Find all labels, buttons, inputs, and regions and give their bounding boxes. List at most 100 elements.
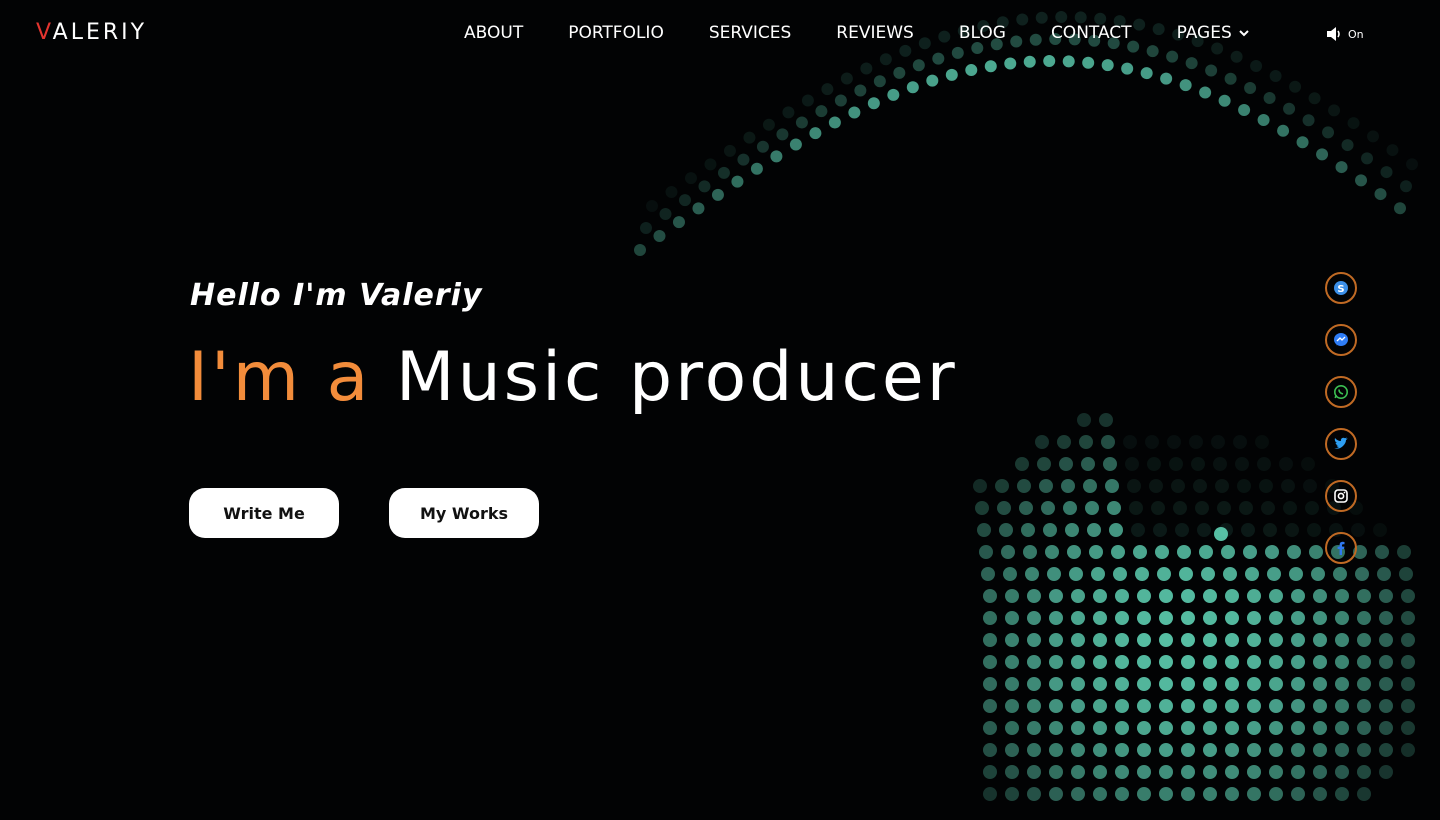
background-dot xyxy=(1071,633,1085,647)
background-dot xyxy=(1146,45,1159,58)
background-dot xyxy=(1181,787,1195,801)
background-dot xyxy=(1093,677,1107,691)
background-dot xyxy=(1155,545,1169,559)
background-dot xyxy=(1341,139,1354,152)
nav-about-label: ABOUT xyxy=(464,23,524,43)
background-dot xyxy=(1109,523,1123,537)
background-dot xyxy=(1247,589,1261,603)
background-dot xyxy=(1137,721,1151,735)
background-dot xyxy=(1357,589,1371,603)
background-dot xyxy=(1269,699,1283,713)
nav-portfolio[interactable]: PORTFOLIO xyxy=(568,23,664,43)
nav-blog[interactable]: BLOG xyxy=(959,23,1006,43)
background-dot xyxy=(1137,699,1151,713)
social-facebook-button[interactable] xyxy=(1325,532,1357,564)
background-dot xyxy=(1159,699,1173,713)
nav-about[interactable]: ABOUT xyxy=(464,23,523,43)
background-dot xyxy=(1159,655,1173,669)
nav-services[interactable]: SERVICES xyxy=(709,23,791,43)
background-dot xyxy=(1357,743,1371,757)
background-dot xyxy=(1400,180,1412,193)
background-dot xyxy=(1115,765,1129,779)
background-dot xyxy=(1181,765,1195,779)
background-dot xyxy=(887,88,900,101)
background-dot xyxy=(1374,188,1387,201)
background-dot xyxy=(1079,435,1093,449)
background-dot xyxy=(640,222,652,234)
background-dot xyxy=(1027,611,1041,625)
background-dot xyxy=(1197,523,1211,537)
background-dot xyxy=(1151,501,1165,515)
background-dot xyxy=(1247,721,1261,735)
background-dot xyxy=(1035,435,1049,449)
background-dot xyxy=(1089,545,1103,559)
social-messenger-button[interactable] xyxy=(1325,324,1357,356)
nav-contact[interactable]: CONTACT xyxy=(1051,23,1132,43)
social-skype-button[interactable]: S xyxy=(1325,272,1357,304)
background-dot xyxy=(1113,567,1127,581)
background-dot xyxy=(809,127,822,140)
background-dot xyxy=(899,44,912,57)
background-dot xyxy=(1137,589,1151,603)
background-dot xyxy=(1335,743,1349,757)
background-dot xyxy=(834,94,847,107)
background-dot xyxy=(1004,57,1017,70)
sound-toggle[interactable]: On xyxy=(1326,26,1364,42)
background-dot xyxy=(1289,80,1302,93)
background-dot xyxy=(1071,655,1085,669)
my-works-button[interactable]: My Works xyxy=(389,488,539,538)
background-dot xyxy=(646,200,658,212)
background-dot xyxy=(1115,721,1129,735)
background-dot xyxy=(1175,523,1189,537)
background-dot xyxy=(1211,42,1224,55)
background-dot xyxy=(1313,787,1327,801)
background-dot xyxy=(1347,117,1360,130)
logo[interactable]: VALERIY xyxy=(36,20,147,45)
background-dot xyxy=(1241,523,1255,537)
social-twitter-button[interactable] xyxy=(1325,428,1357,460)
nav-reviews[interactable]: REVIEWS xyxy=(836,23,914,43)
background-dot xyxy=(1049,787,1063,801)
background-dot xyxy=(1179,79,1192,92)
background-dot xyxy=(1335,655,1349,669)
nav-pages[interactable]: PAGES xyxy=(1177,23,1250,43)
background-dot xyxy=(1357,677,1371,691)
background-dot xyxy=(926,74,939,87)
background-dot xyxy=(1137,743,1151,757)
social-whatsapp-button[interactable] xyxy=(1325,376,1357,408)
background-dot xyxy=(1177,545,1191,559)
background-dot xyxy=(1205,64,1218,77)
background-dot xyxy=(1133,545,1147,559)
background-dot xyxy=(1160,72,1173,85)
background-dot xyxy=(1005,589,1019,603)
background-dot xyxy=(1123,435,1137,449)
background-dot xyxy=(1195,501,1209,515)
social-instagram-button[interactable] xyxy=(1325,480,1357,512)
background-dot xyxy=(1057,435,1071,449)
background-dot xyxy=(1062,55,1075,68)
background-dot xyxy=(1121,62,1134,75)
background-dot xyxy=(1225,765,1239,779)
background-dot xyxy=(1137,677,1151,691)
background-dot xyxy=(1201,567,1215,581)
background-dot xyxy=(1189,435,1203,449)
background-dot xyxy=(1071,787,1085,801)
nav-pages-label: PAGES xyxy=(1176,23,1232,43)
background-dot xyxy=(1167,435,1181,449)
background-dot xyxy=(1225,677,1239,691)
background-dot xyxy=(1085,501,1099,515)
chevron-down-icon xyxy=(1239,30,1249,37)
background-dot xyxy=(1027,589,1041,603)
background-dot xyxy=(1181,633,1195,647)
background-dot xyxy=(1247,787,1261,801)
background-dot xyxy=(1099,413,1113,427)
background-dot xyxy=(1049,655,1063,669)
background-dot xyxy=(1027,655,1041,669)
background-dot xyxy=(1027,699,1041,713)
background-dot xyxy=(1071,765,1085,779)
write-me-button[interactable]: Write Me xyxy=(189,488,339,538)
background-dot xyxy=(971,42,984,55)
background-dot xyxy=(1335,633,1349,647)
background-dot xyxy=(1203,611,1217,625)
background-dot xyxy=(1357,721,1371,735)
